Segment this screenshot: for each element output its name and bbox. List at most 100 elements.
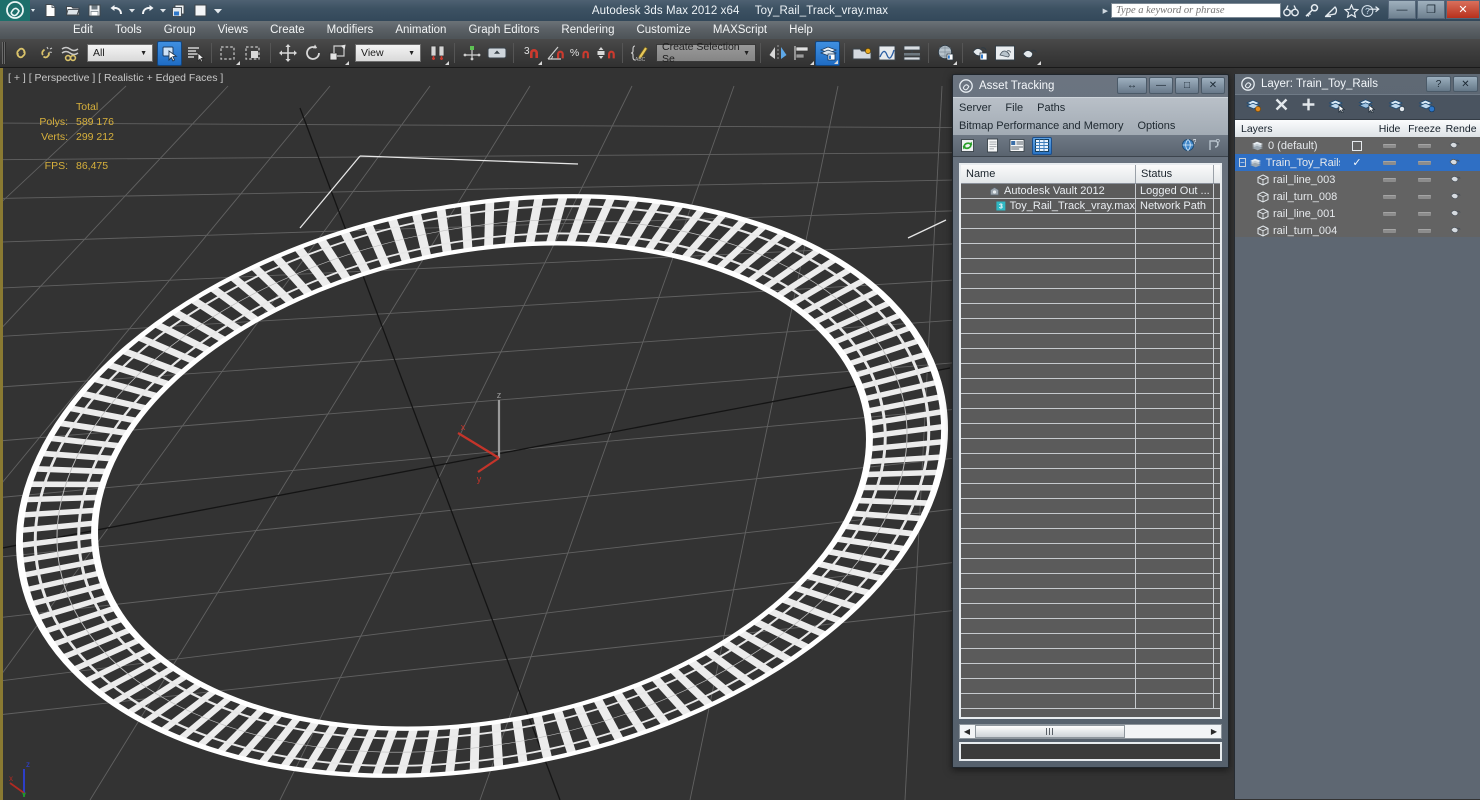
material-editor-icon[interactable] [933,41,958,66]
toggle-scene-explorer-icon[interactable] [849,41,874,66]
new-file-icon[interactable] [40,1,61,20]
hide-toggle[interactable] [1383,194,1397,199]
edit-named-selection-sets-icon[interactable]: ABC [627,41,652,66]
menu-item-customize[interactable]: Customize [625,21,701,39]
set-current-layer-icon[interactable] [1388,97,1406,118]
object-row[interactable]: rail_turn_008 [1235,188,1480,205]
menu-item-tools[interactable]: Tools [104,21,153,39]
at-menu-bitmap-performance[interactable]: Bitmap Performance and Memory [959,120,1132,132]
restore-button[interactable]: ❐ [1417,0,1445,19]
render-setup-icon[interactable] [190,1,211,20]
table-row-empty[interactable] [961,469,1220,484]
hide-toggle[interactable] [1383,177,1397,182]
table-row[interactable]: Autodesk Vault 2012 Logged Out ... [961,184,1220,199]
satellite-dish-icon[interactable] [1321,0,1341,21]
named-selection-sets-combo[interactable]: Create Selection Se ▼ [656,41,756,65]
column-header-status[interactable]: Status [1136,165,1214,183]
close-button[interactable]: ✕ [1201,77,1225,94]
help-button[interactable]: ? [1426,76,1451,92]
table-row-empty[interactable] [961,364,1220,379]
menu-item-animation[interactable]: Animation [384,21,457,39]
table-row-empty[interactable] [961,514,1220,529]
select-object-icon[interactable] [157,40,182,66]
bind-to-space-warp-icon[interactable] [58,41,83,66]
current-layer-checkbox[interactable] [1352,140,1362,151]
freeze-toggle[interactable] [1417,160,1431,165]
table-row-empty[interactable] [961,544,1220,559]
quick-access-customize-icon[interactable] [212,1,225,20]
table-row-empty[interactable] [961,589,1220,604]
select-and-link-icon[interactable] [8,41,33,66]
renderable-teapot-icon[interactable] [1448,139,1461,153]
table-row-empty[interactable] [961,454,1220,469]
table-row-empty[interactable] [961,319,1220,334]
table-row-empty[interactable] [961,304,1220,319]
table-row-empty[interactable] [961,679,1220,694]
highlight-selected-objects-layer-icon[interactable] [1358,97,1376,118]
table-row-empty[interactable] [961,604,1220,619]
align-icon[interactable] [790,41,815,66]
table-row-empty[interactable] [961,409,1220,424]
viewport-label[interactable]: [ + ] [ Perspective ] [ Realistic + Edge… [8,72,223,84]
hide-toggle[interactable] [1383,211,1397,216]
table-row-empty[interactable] [961,499,1220,514]
menu-item-help[interactable]: Help [778,21,824,39]
asset-tracking-list[interactable]: Name Status Autodesk Vault 2012 Logged O… [959,163,1222,719]
layer-row[interactable]: − Train_Toy_Rails ✓ [1235,154,1480,171]
table-row-empty[interactable] [961,274,1220,289]
help-question-icon[interactable]: ? [1204,137,1224,155]
current-layer-check-icon[interactable]: ✓ [1352,156,1361,169]
unlink-selection-icon[interactable] [33,41,58,66]
freeze-toggle[interactable] [1418,194,1432,199]
asset-tracking-window[interactable]: Asset Tracking ↔ — □ ✕ Server File Paths… [952,74,1229,768]
detail-view-icon[interactable] [1007,137,1027,155]
toolbar-grip[interactable] [2,42,6,64]
renderable-teapot-icon[interactable] [1449,190,1462,204]
column-header-name[interactable]: Name [961,165,1136,183]
table-row-empty[interactable] [961,634,1220,649]
menu-item-edit[interactable]: Edit [62,21,104,39]
add-selected-objects-icon[interactable] [1301,97,1316,117]
at-menu-server[interactable]: Server [959,102,1000,114]
keyboard-shortcut-override-icon[interactable] [484,41,509,66]
table-row[interactable]: 3 Toy_Rail_Track_vray.max Network Path [961,199,1220,214]
use-pivot-point-center-icon[interactable] [425,41,450,66]
horizontal-scrollbar[interactable]: ◀ ▶ [959,724,1222,739]
table-row-empty[interactable] [961,424,1220,439]
save-file-icon[interactable] [84,1,105,20]
grid-view-icon[interactable] [1032,136,1052,155]
select-and-manipulate-icon[interactable] [459,41,484,66]
spinner-snap-toggle-icon[interactable] [593,41,618,66]
snaps-toggle-3d-icon[interactable]: 3 [518,41,543,66]
set-project-folder-icon[interactable] [168,1,189,20]
redo-dropdown-icon[interactable] [159,1,167,20]
menu-item-maxscript[interactable]: MAXScript [702,21,778,39]
hide-toggle[interactable] [1382,160,1396,165]
undo-icon[interactable] [106,1,127,20]
help-globe-icon[interactable]: ? [1178,137,1198,155]
select-by-name-icon[interactable] [182,41,207,66]
open-file-icon[interactable] [62,1,83,20]
flyout-indicator-3[interactable] [445,60,449,65]
freeze-toggle[interactable] [1417,143,1431,148]
layer-panel-titlebar[interactable]: Layer: Train_Toy_Rails ? ✕ [1235,74,1480,94]
menu-item-views[interactable]: Views [207,21,259,39]
menu-item-create[interactable]: Create [259,21,316,39]
refresh-icon[interactable] [957,137,977,155]
flyout-indicator[interactable] [236,60,240,65]
flyout-indicator-8[interactable] [1037,60,1041,65]
chevron-down-icon-2[interactable]: ▼ [405,50,418,57]
chevron-down-icon-3[interactable]: ▼ [740,50,753,57]
select-and-rotate-icon[interactable] [300,41,325,66]
table-row-empty[interactable] [961,334,1220,349]
schematic-view-icon[interactable] [899,41,924,66]
table-row-empty[interactable] [961,574,1220,589]
expander-minus-icon[interactable]: − [1239,158,1246,167]
reference-coordinate-combo[interactable]: View ▼ [355,44,421,62]
table-row-empty[interactable] [961,259,1220,274]
layer-row[interactable]: 0 (default) [1235,137,1480,154]
table-row-empty[interactable] [961,394,1220,409]
search-dropdown-icon[interactable]: ▶ [1103,7,1108,15]
table-row-empty[interactable] [961,214,1220,229]
angle-snap-toggle-icon[interactable] [543,41,568,66]
